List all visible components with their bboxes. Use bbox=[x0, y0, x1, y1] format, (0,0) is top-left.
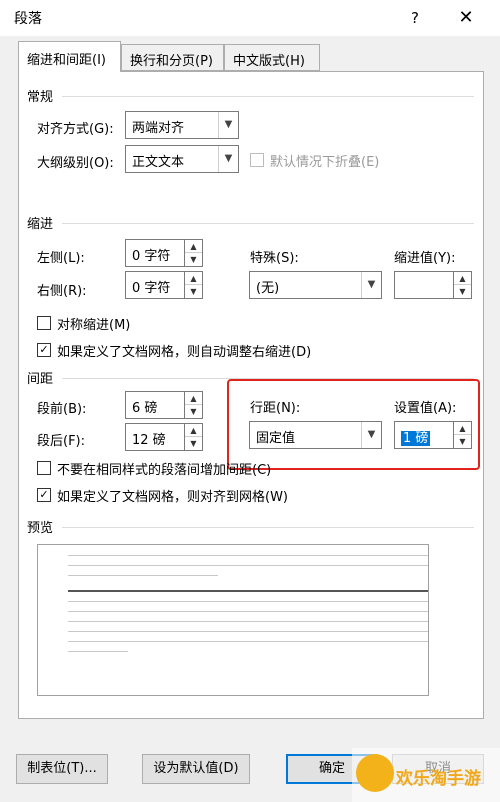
indent-by-label: 缩进值(Y): bbox=[394, 251, 456, 266]
general-separator bbox=[62, 96, 474, 97]
outline-level-value: 正文文本 bbox=[132, 155, 185, 170]
outline-level-label: 大纲级别(O): bbox=[37, 156, 114, 171]
special-label: 特殊(S): bbox=[250, 251, 299, 266]
snap-to-grid-label: 如果定义了文档网格，则对齐到网格(W) bbox=[57, 490, 288, 505]
right-indent-input[interactable]: 0 字符 bbox=[125, 271, 185, 299]
spin-up-icon[interactable]: ▲ bbox=[185, 272, 202, 285]
set-default-button[interactable]: 设为默认值(D) bbox=[142, 754, 250, 784]
background-document-edge bbox=[0, 90, 14, 280]
special-combo[interactable]: (无) ▼ bbox=[249, 271, 382, 299]
space-after-spinner[interactable]: ▲ ▼ bbox=[185, 423, 203, 451]
spin-up-icon[interactable]: ▲ bbox=[185, 392, 202, 405]
preview-line bbox=[68, 611, 428, 612]
collapse-checkbox[interactable] bbox=[250, 153, 264, 167]
spin-down-icon[interactable]: ▼ bbox=[454, 285, 471, 298]
preview-line bbox=[68, 631, 428, 632]
chevron-down-icon[interactable]: ▼ bbox=[218, 112, 238, 138]
preview-line bbox=[68, 575, 218, 576]
left-indent-input[interactable]: 0 字符 bbox=[125, 239, 185, 267]
background-document-edge-right bbox=[484, 80, 500, 720]
right-indent-label: 右侧(R): bbox=[37, 284, 87, 299]
space-before-input[interactable]: 6 磅 bbox=[125, 391, 185, 419]
checkmark-icon: ✓ bbox=[39, 343, 49, 356]
spin-up-icon[interactable]: ▲ bbox=[185, 240, 202, 253]
space-before-label: 段前(B): bbox=[37, 402, 87, 417]
no-space-same-style-label: 不要在相同样式的段落间增加间距(C) bbox=[57, 463, 272, 478]
alignment-label: 对齐方式(G): bbox=[37, 122, 114, 137]
preview-line bbox=[68, 555, 428, 556]
spin-down-icon[interactable]: ▼ bbox=[185, 437, 202, 450]
mirror-indent-label: 对称缩进(M) bbox=[57, 318, 131, 333]
alignment-combo[interactable]: 两端对齐 ▼ bbox=[125, 111, 239, 139]
preview-separator bbox=[62, 527, 474, 528]
preview-line bbox=[68, 651, 128, 652]
general-section-label: 常规 bbox=[27, 90, 54, 105]
collapse-label: 默认情况下折叠(E) bbox=[270, 155, 380, 170]
spin-up-icon[interactable]: ▲ bbox=[454, 272, 471, 285]
snap-to-grid-checkbox[interactable]: ✓ bbox=[37, 488, 51, 502]
auto-adjust-checkbox[interactable]: ✓ bbox=[37, 343, 51, 357]
preview-line bbox=[68, 621, 428, 622]
highlight-annotation bbox=[227, 379, 480, 470]
mirror-indent-checkbox[interactable] bbox=[37, 316, 51, 330]
tab-line-page-breaks[interactable]: 换行和分页(P) bbox=[121, 44, 224, 71]
dialog-title: 段落 bbox=[14, 11, 42, 27]
outline-level-combo[interactable]: 正文文本 ▼ bbox=[125, 145, 239, 173]
preview-section-label: 预览 bbox=[27, 521, 54, 536]
indent-section-label: 缩进 bbox=[27, 217, 54, 232]
watermark-text: 欢乐淘手游 bbox=[396, 769, 481, 789]
close-button[interactable]: ✕ bbox=[454, 6, 478, 30]
auto-adjust-label: 如果定义了文档网格，则自动调整右缩进(D) bbox=[57, 345, 312, 360]
tab-asian-typography[interactable]: 中文版式(H) bbox=[224, 44, 320, 71]
help-button[interactable]: ? bbox=[403, 6, 427, 30]
tabs-button[interactable]: 制表位(T)... bbox=[16, 754, 108, 784]
alignment-value: 两端对齐 bbox=[132, 121, 185, 136]
space-before-spinner[interactable]: ▲ ▼ bbox=[185, 391, 203, 419]
left-indent-label: 左侧(L): bbox=[37, 251, 85, 266]
space-after-label: 段后(F): bbox=[37, 434, 86, 449]
tab-indents-spacing[interactable]: 缩进和间距(I) bbox=[18, 41, 121, 72]
watermark-logo-icon bbox=[356, 754, 394, 792]
left-indent-spinner[interactable]: ▲ ▼ bbox=[185, 239, 203, 267]
preview-line bbox=[68, 590, 428, 592]
right-indent-spinner[interactable]: ▲ ▼ bbox=[185, 271, 203, 299]
indent-by-spinner[interactable]: ▲ ▼ bbox=[454, 271, 472, 299]
spin-down-icon[interactable]: ▼ bbox=[185, 405, 202, 418]
special-value: (无) bbox=[256, 281, 280, 296]
preview-line bbox=[68, 641, 428, 642]
space-after-input[interactable]: 12 磅 bbox=[125, 423, 185, 451]
chevron-down-icon[interactable]: ▼ bbox=[218, 146, 238, 172]
preview-line bbox=[68, 601, 428, 602]
no-space-same-style-checkbox[interactable] bbox=[37, 461, 51, 475]
spin-down-icon[interactable]: ▼ bbox=[185, 253, 202, 266]
preview-line bbox=[68, 565, 428, 566]
preview-box bbox=[37, 544, 429, 696]
chevron-down-icon[interactable]: ▼ bbox=[361, 272, 381, 298]
spin-down-icon[interactable]: ▼ bbox=[185, 285, 202, 298]
checkmark-icon: ✓ bbox=[39, 488, 49, 501]
spin-up-icon[interactable]: ▲ bbox=[185, 424, 202, 437]
spacing-section-label: 间距 bbox=[27, 372, 54, 387]
indent-separator bbox=[62, 223, 474, 224]
indent-by-input[interactable] bbox=[394, 271, 454, 299]
